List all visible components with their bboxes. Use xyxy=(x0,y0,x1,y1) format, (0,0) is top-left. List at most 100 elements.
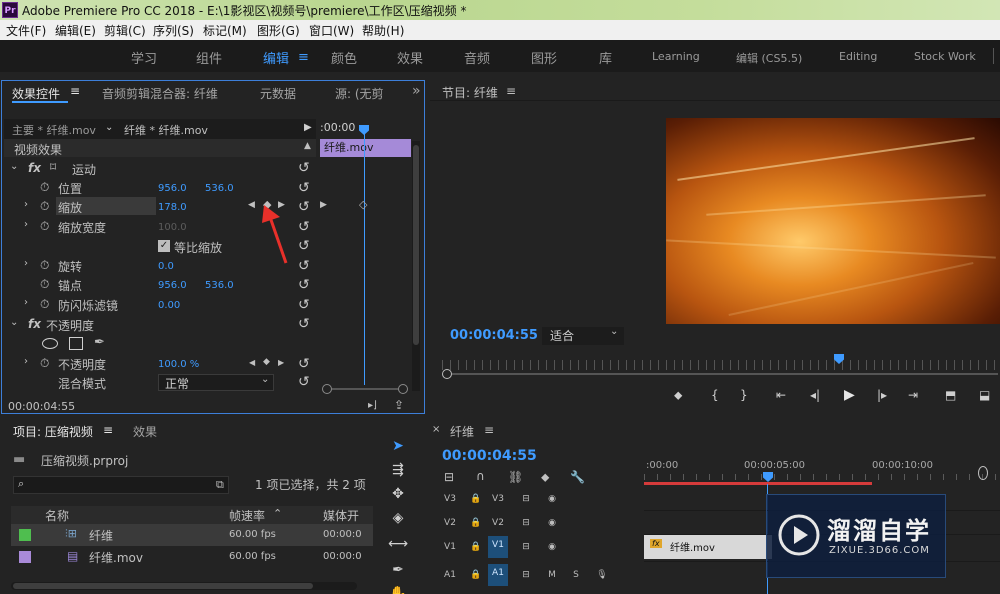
sync-lock-icon[interactable]: ⊟ xyxy=(516,490,536,508)
reset-scale-width-icon[interactable]: ↺ xyxy=(298,220,312,234)
add-keyframe-icon[interactable]: ◆ xyxy=(263,357,270,367)
hand-tool-icon[interactable]: ✋ xyxy=(386,584,410,594)
new-bin-search-icon[interactable]: ⧉ xyxy=(216,478,224,492)
panel-menu-icon[interactable]: ≡ xyxy=(484,423,494,437)
project-horizontal-scrollbar[interactable] xyxy=(11,582,357,590)
go-to-out-icon[interactable]: ⇥ xyxy=(908,388,918,402)
program-monitor-title[interactable]: 节目: 纤维 xyxy=(442,84,498,101)
step-forward-icon[interactable]: |▸ xyxy=(877,388,887,402)
insert-overwrite-icon[interactable]: ⊟ xyxy=(444,470,454,484)
stopwatch-icon[interactable]: ⏱ xyxy=(40,277,49,292)
play-icon[interactable]: ▶ xyxy=(844,387,855,403)
reset-anchor-icon[interactable]: ↺ xyxy=(298,278,312,292)
linked-selection-icon[interactable]: ⛓ xyxy=(508,470,523,484)
wrench-icon[interactable]: 🔧 xyxy=(570,470,585,484)
collapse-up-icon[interactable]: ▲ xyxy=(304,141,311,151)
uniform-scale-checkbox[interactable]: ✓ xyxy=(158,240,170,252)
column-media-start[interactable]: 媒体开 xyxy=(323,507,359,524)
expand-opacity-icon[interactable]: ⌄ xyxy=(10,317,18,328)
position-y-value[interactable]: 536.0 xyxy=(205,183,234,194)
filter-play-icon[interactable]: ▸⌋ xyxy=(368,400,377,411)
lock-icon[interactable]: 🔒 xyxy=(466,514,486,532)
add-marker-icon[interactable]: ⬥ xyxy=(674,388,682,403)
reset-scale-icon[interactable]: ↺ xyxy=(298,200,312,214)
tab-menu-icon[interactable]: ≡ xyxy=(70,84,80,98)
lock-icon[interactable]: 🔒 xyxy=(466,538,486,556)
program-timecode[interactable]: 00:00:04:55 xyxy=(450,328,538,343)
ec-current-time[interactable]: 00:00:04:55 xyxy=(8,400,75,413)
track-source-v3[interactable]: V3 xyxy=(440,490,460,508)
mute-button[interactable]: M xyxy=(542,566,562,584)
anchor-y-value[interactable]: 536.0 xyxy=(205,280,234,291)
step-back-icon[interactable]: ◂| xyxy=(810,388,820,402)
workspace-editing-en[interactable]: Editing xyxy=(839,50,877,63)
eye-icon[interactable]: ◉ xyxy=(542,538,562,556)
reset-opacity-section-icon[interactable]: ↺ xyxy=(298,317,312,331)
menu-marker[interactable]: 标记(M) xyxy=(203,22,247,39)
reset-uniform-icon[interactable]: ↺ xyxy=(298,239,312,253)
mark-out-icon[interactable]: } xyxy=(740,388,748,402)
tab-source[interactable]: 源: (无剪 xyxy=(335,85,384,102)
anti-flicker-value[interactable]: 0.00 xyxy=(158,300,180,311)
track-source-v1[interactable]: V1 xyxy=(440,538,460,556)
zoom-handle-left[interactable] xyxy=(322,384,332,394)
slip-tool-icon[interactable]: ⟷ xyxy=(386,534,410,554)
menu-edit[interactable]: 编辑(E) xyxy=(55,22,96,39)
fit-select[interactable]: 适合 ⌄ xyxy=(542,326,624,345)
tab-audio-clip-mixer[interactable]: 音频剪辑混合器: 纤维 xyxy=(102,85,218,102)
expand-opacity-value-icon[interactable]: › xyxy=(24,356,28,367)
program-scrubber-ticks[interactable] xyxy=(442,360,998,370)
solo-button[interactable]: S xyxy=(566,566,586,584)
workspace-menu-icon[interactable]: ≡ xyxy=(298,50,309,65)
go-to-in-icon[interactable]: ⇤ xyxy=(776,388,786,402)
ec-zoom-scrollbar[interactable] xyxy=(320,383,410,395)
column-name[interactable]: 名称 xyxy=(45,507,69,524)
sync-lock-icon[interactable]: ⊟ xyxy=(516,538,536,556)
zoom-handle-right[interactable] xyxy=(978,466,988,480)
extract-icon[interactable]: ⬓ xyxy=(979,388,990,402)
workspace-learning[interactable]: Learning xyxy=(652,50,700,63)
track-target-v3[interactable]: V3 xyxy=(488,490,508,508)
menu-window[interactable]: 窗口(W) xyxy=(309,22,354,39)
prev-keyframe-icon[interactable]: ◀ xyxy=(249,358,255,367)
ellipse-mask-icon[interactable] xyxy=(42,338,58,349)
project-search-input[interactable]: ⌕ xyxy=(13,476,229,494)
timeline-playhead-icon[interactable] xyxy=(763,472,773,482)
reset-anti-flicker-icon[interactable]: ↺ xyxy=(298,298,312,312)
track-source-v2[interactable]: V2 xyxy=(440,514,460,532)
expand-motion-icon[interactable]: ⌄ xyxy=(10,161,18,172)
workspace-assembly[interactable]: 组件 xyxy=(196,48,222,67)
timeline-ruler[interactable]: :00:00 00:00:05:00 00:00:10:00 xyxy=(644,458,1000,486)
selection-tool-icon[interactable]: ➤ xyxy=(386,436,410,456)
lift-icon[interactable]: ⬒ xyxy=(945,388,956,402)
add-marker-icon[interactable]: ⬥ xyxy=(541,470,549,485)
timeline-timecode[interactable]: 00:00:04:55 xyxy=(442,448,537,464)
reset-position-icon[interactable]: ↺ xyxy=(298,181,312,195)
sort-ascending-icon[interactable]: ⌃ xyxy=(273,507,282,520)
eye-icon[interactable]: ◉ xyxy=(542,514,562,532)
anchor-x-value[interactable]: 956.0 xyxy=(158,280,187,291)
menu-help[interactable]: 帮助(H) xyxy=(362,22,404,39)
track-target-v1[interactable]: V1 xyxy=(488,536,508,558)
label-color-swatch[interactable] xyxy=(19,529,31,541)
lock-icon[interactable]: 🔒 xyxy=(466,566,486,584)
tab-effect-controls[interactable]: 效果控件 xyxy=(12,85,60,102)
tab-project[interactable]: 项目: 压缩视频 xyxy=(13,423,93,440)
menu-graphics[interactable]: 图形(G) xyxy=(257,22,300,39)
stopwatch-icon[interactable]: ⏱ xyxy=(40,180,49,195)
workspace-effects[interactable]: 效果 xyxy=(397,48,423,67)
zoom-handle-right[interactable] xyxy=(398,384,408,394)
prev-keyframe-icon[interactable]: ◀ xyxy=(248,200,255,210)
export-icon[interactable]: ⇪ xyxy=(394,398,404,412)
reset-rotation-icon[interactable]: ↺ xyxy=(298,259,312,273)
stopwatch-icon[interactable]: ⏱ xyxy=(40,297,49,312)
ec-scroll-thumb[interactable] xyxy=(413,145,419,345)
sync-lock-icon[interactable]: ⊟ xyxy=(516,566,536,584)
motion-transform-icon[interactable]: ⌑ xyxy=(50,160,56,174)
scale-keyframe-marker[interactable]: ◇ xyxy=(359,198,367,211)
item-name[interactable]: 纤维 xyxy=(89,527,113,544)
reset-opacity-icon[interactable]: ↺ xyxy=(298,357,312,371)
expand-anti-flicker-icon[interactable]: › xyxy=(24,297,28,308)
ec-vertical-scrollbar[interactable] xyxy=(412,141,420,391)
scale-value[interactable]: 178.0 xyxy=(158,202,187,213)
